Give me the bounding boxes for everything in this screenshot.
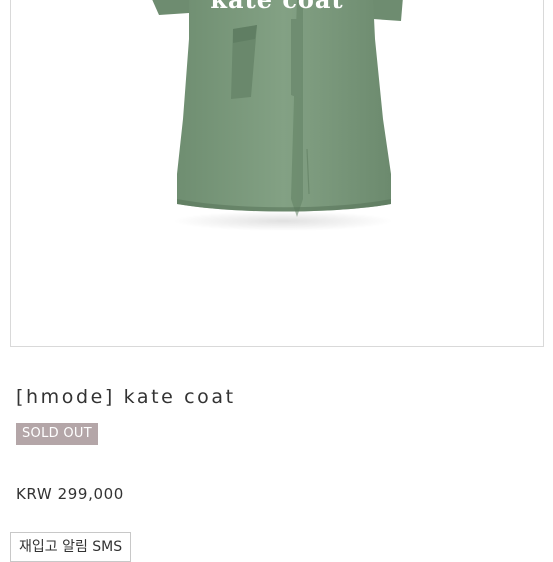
product-image <box>152 0 403 231</box>
product-price: KRW 299,000 <box>16 485 124 503</box>
sold-out-badge: SOLD OUT <box>16 423 98 445</box>
image-overlay-text: kate coat <box>11 0 543 14</box>
product-title: [hmode] kate coat <box>16 386 236 408</box>
restock-sms-button[interactable]: 재입고 알림 SMS <box>10 532 132 562</box>
product-image-frame[interactable]: kate coat <box>10 0 544 347</box>
